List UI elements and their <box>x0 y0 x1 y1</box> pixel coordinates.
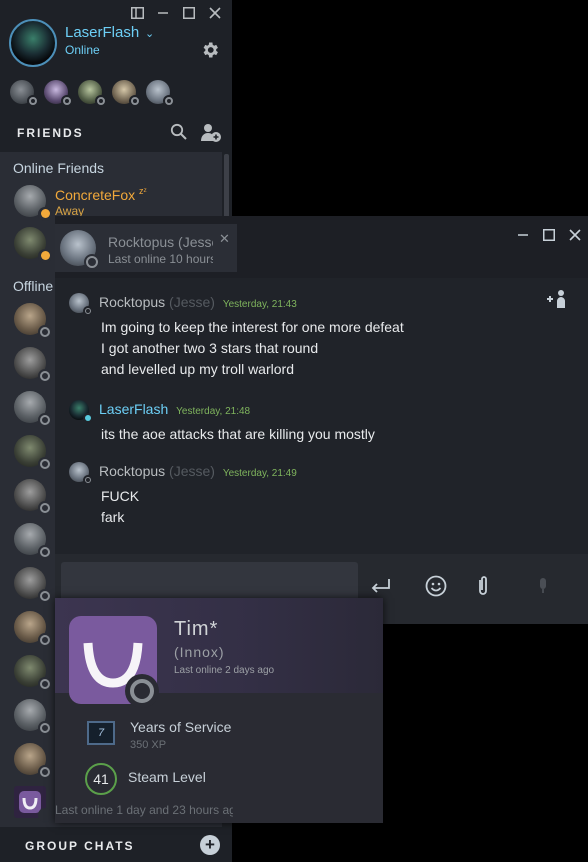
add-person-to-chat-icon[interactable] <box>546 288 568 310</box>
friend-name[interactable]: ConcreteFox <box>55 187 135 203</box>
friend-avatar[interactable] <box>14 347 52 383</box>
message-line: Im going to keep the interest for one mo… <box>101 319 404 335</box>
recent-friend-avatar[interactable] <box>44 80 73 107</box>
friend-avatar[interactable] <box>14 303 52 339</box>
friend-avatar[interactable] <box>14 479 52 515</box>
friend-avatar[interactable] <box>14 567 52 603</box>
message-header: Rocktopus (Jesse) Yesterday, 21:49 <box>99 463 297 479</box>
profile-status: Last online 2 days ago <box>174 665 275 676</box>
friend-avatar[interactable] <box>14 786 52 822</box>
message-avatar[interactable] <box>69 462 93 485</box>
message-author-nickname: (Jesse) <box>169 463 215 479</box>
message-line: and levelled up my troll warlord <box>101 361 294 377</box>
chat-window: Rocktopus (Jesse) Last online 10 hours a… <box>55 216 588 624</box>
friend-avatar[interactable] <box>14 435 52 471</box>
message-line: I got another two 3 stars that round <box>101 340 319 356</box>
message-author[interactable]: Rocktopus <box>99 294 165 310</box>
friend-avatar[interactable] <box>14 391 52 427</box>
minimize-icon[interactable] <box>156 6 170 20</box>
friend-avatar[interactable] <box>14 611 52 647</box>
chevron-down-icon[interactable]: ⌄ <box>145 27 154 40</box>
chat-tab-name: Rocktopus (Jesse) <box>108 234 213 250</box>
message-avatar[interactable] <box>69 400 93 423</box>
friend-avatar[interactable] <box>14 655 52 691</box>
friends-title: FRIENDS <box>17 126 84 140</box>
message-avatar[interactable] <box>69 293 93 316</box>
maximize-icon[interactable] <box>182 6 196 20</box>
close-icon[interactable] <box>568 228 582 242</box>
send-enter-icon[interactable] <box>368 574 392 598</box>
friend-avatar[interactable] <box>14 743 52 779</box>
online-friends-heading[interactable]: Online Friends <box>13 160 104 176</box>
friend-avatar[interactable] <box>14 227 52 263</box>
dock-icon[interactable] <box>130 6 144 20</box>
message-header: LaserFlash Yesterday, 21:48 <box>99 401 250 417</box>
steam-level-badge: 41 <box>85 763 117 795</box>
sleep-icon: zᶻ <box>139 186 147 196</box>
offline-friends-heading[interactable]: Offline <box>13 278 53 294</box>
message-line: its the aoe attacks that are killing you… <box>101 426 375 442</box>
profile-hover-card: Tim* (Innox) Last online 2 days ago 7 Ye… <box>55 598 383 823</box>
close-tab-icon[interactable]: ✕ <box>219 231 230 247</box>
search-icon[interactable] <box>170 123 188 141</box>
profile-name: Tim* <box>174 618 219 640</box>
friend-avatar[interactable] <box>14 185 52 221</box>
friend-last-online: Last online 1 day and 23 hours ago <box>55 803 233 817</box>
add-friend-icon[interactable] <box>200 122 222 144</box>
message-timestamp: Yesterday, 21:49 <box>222 468 297 479</box>
minimize-icon[interactable] <box>516 228 530 242</box>
self-status: Online <box>65 43 100 57</box>
maximize-icon[interactable] <box>542 228 556 242</box>
recent-friends-row <box>10 80 175 107</box>
recent-friend-avatar[interactable] <box>10 80 39 107</box>
years-of-service-badge-icon: 7 <box>87 721 115 745</box>
friend-avatar[interactable] <box>14 699 52 735</box>
chat-tab-bar: Rocktopus (Jesse) Last online 10 hours a… <box>55 216 588 278</box>
friends-header: FRIENDS <box>0 116 232 150</box>
offline-status-icon <box>125 674 159 708</box>
message-line: FUCK <box>101 488 140 504</box>
close-icon[interactable] <box>208 6 222 20</box>
chat-tab-avatar <box>60 230 100 270</box>
message-author[interactable]: LaserFlash <box>99 401 168 417</box>
group-chats-title[interactable]: GROUP CHATS <box>25 839 135 853</box>
chat-tab[interactable]: Rocktopus (Jesse) Last online 10 hours a… <box>55 224 237 272</box>
message-log: Rocktopus (Jesse) Yesterday, 21:43 Im go… <box>55 278 588 554</box>
message-timestamp: Yesterday, 21:43 <box>222 299 297 310</box>
profile-nickname: (Innox) <box>174 644 225 660</box>
message-header: Rocktopus (Jesse) Yesterday, 21:43 <box>99 294 297 310</box>
message-timestamp: Yesterday, 21:48 <box>176 406 251 417</box>
message-author[interactable]: Rocktopus <box>99 463 165 479</box>
group-chats-bar: GROUP CHATS + <box>0 828 232 862</box>
badge-name: Years of Service <box>130 719 232 735</box>
recent-friend-avatar[interactable] <box>78 80 107 107</box>
message-line: fark <box>101 509 125 525</box>
recent-friend-avatar[interactable] <box>146 80 175 107</box>
chat-window-controls <box>516 228 582 242</box>
self-avatar[interactable] <box>9 19 57 67</box>
gear-icon[interactable] <box>200 40 222 62</box>
badge-xp: 350 XP <box>130 739 167 751</box>
friends-window-controls <box>130 6 222 20</box>
self-name[interactable]: LaserFlash <box>65 24 139 41</box>
friend-avatar[interactable] <box>14 523 52 559</box>
microphone-icon[interactable] <box>531 574 555 598</box>
add-group-chat-icon[interactable]: + <box>200 835 220 855</box>
message-author-nickname: (Jesse) <box>169 294 215 310</box>
attachment-icon[interactable] <box>471 574 495 598</box>
steam-level-label: Steam Level <box>128 769 206 785</box>
recent-friend-avatar[interactable] <box>112 80 141 107</box>
emoticon-icon[interactable] <box>424 574 448 598</box>
chat-tab-status: Last online 10 hours ago <box>108 252 213 266</box>
